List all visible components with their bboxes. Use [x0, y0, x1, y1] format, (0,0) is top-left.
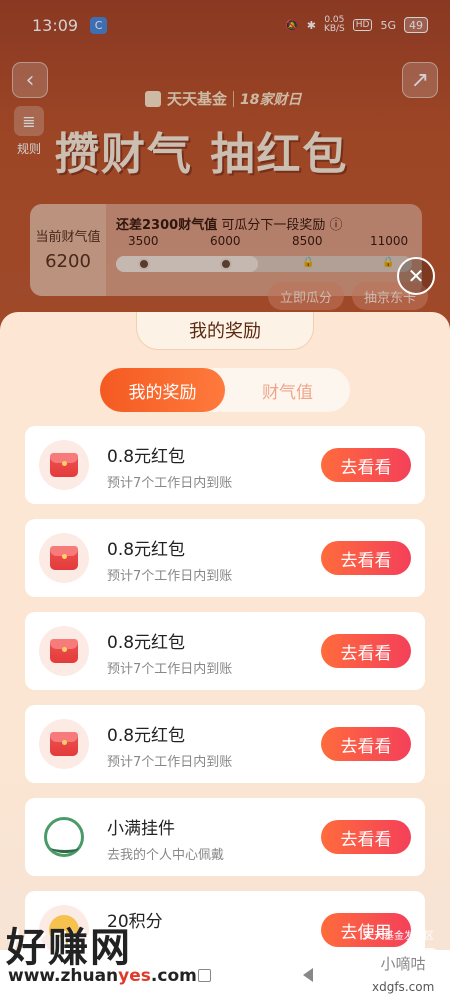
red-packet-icon [39, 719, 89, 769]
red-packet-icon [39, 533, 89, 583]
reward-subtitle: 去我的个人中心佩戴 [107, 848, 225, 863]
red-packet-icon [39, 440, 89, 490]
reward-title: 0.8元红包 [107, 540, 186, 560]
view-button[interactable]: 去看看 [321, 634, 411, 668]
close-button[interactable]: ✕ [397, 257, 435, 295]
watermark-badge: 小嘀咕 [368, 948, 438, 978]
watermark-url: www.zhuanyes.com [8, 966, 197, 986]
reward-title: 0.8元红包 [107, 633, 186, 653]
red-packet-icon [39, 626, 89, 676]
view-button[interactable]: 去看看 [321, 820, 411, 854]
reward-title: 小满挂件 [107, 819, 175, 839]
watermark-logo: 好赚网 [6, 925, 132, 971]
reward-list: 0.8元红包 预计7个工作日内到账 去看看 0.8元红包 预计7个工作日内到账 … [25, 426, 425, 984]
background-page: 13:09 C 🔕 ✱ 0.05 KB/S HD 5G 49 ‹ ↗ 天天基金 … [0, 0, 450, 340]
reward-card: 0.8元红包 预计7个工作日内到账 去看看 [25, 519, 425, 597]
tab-bar: 我的奖励 财气值 [100, 368, 350, 412]
reward-card: 小满挂件 去我的个人中心佩戴 去看看 [25, 798, 425, 876]
back-nav-button[interactable] [302, 968, 313, 982]
watermark-site: xdgfs.com [372, 980, 435, 994]
tab-my-rewards[interactable]: 我的奖励 [100, 368, 225, 412]
view-button[interactable]: 去看看 [321, 541, 411, 575]
reward-subtitle: 预计7个工作日内到账 [107, 755, 233, 770]
reward-card: 0.8元红包 预计7个工作日内到账 去看看 [25, 426, 425, 504]
rewards-sheet: 我的奖励 我的奖励 财气值 0.8元红包 预计7个工作日内到账 去看看 0.8元… [0, 312, 450, 1000]
reward-subtitle: 预计7个工作日内到账 [107, 476, 233, 491]
reward-card: 0.8元红包 预计7个工作日内到账 去看看 [25, 705, 425, 783]
home-button[interactable] [197, 968, 211, 982]
reward-subtitle: 预计7个工作日内到账 [107, 662, 233, 677]
reward-card: 0.8元红包 预计7个工作日内到账 去看看 [25, 612, 425, 690]
sheet-title: 我的奖励 [136, 312, 314, 350]
reward-title: 0.8元红包 [107, 447, 186, 467]
pendant-icon [39, 812, 89, 862]
view-button[interactable]: 去看看 [321, 448, 411, 482]
close-icon: ✕ [407, 264, 425, 288]
reward-title: 0.8元红包 [107, 726, 186, 746]
reward-subtitle: 预计7个工作日内到账 [107, 569, 233, 584]
tab-fortune-value[interactable]: 财气值 [225, 368, 350, 412]
watermark-caption: 天天基金发评区 [364, 931, 434, 942]
modal-overlay[interactable] [0, 0, 450, 340]
view-button[interactable]: 去看看 [321, 727, 411, 761]
